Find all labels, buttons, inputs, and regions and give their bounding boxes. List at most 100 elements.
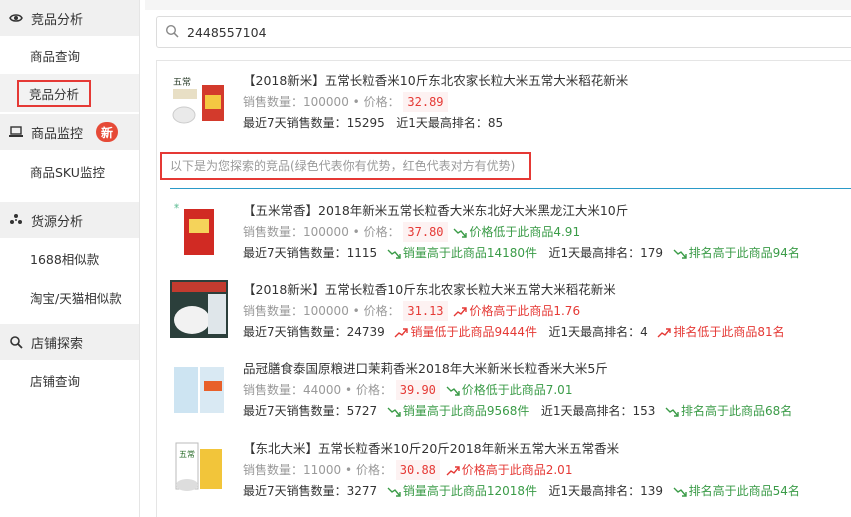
trend-arrow-icon — [387, 249, 401, 259]
price-value: 31.13 — [403, 301, 448, 321]
rank-compare-text: 排名高于此商品68名 — [681, 404, 793, 418]
price-compare: 价格高于此商品1.76 — [451, 304, 580, 318]
product-info: 【东北大米】五常长粒香米10斤20斤2018年新米五常大米五常香米 销售数量：1… — [243, 439, 843, 501]
sidebar-item-competitor-analysis[interactable]: 竞品分析 — [0, 74, 139, 112]
sidebar-item-label: 淘宝/天猫相似款 — [30, 290, 122, 306]
product-title[interactable]: 【五米常香】2018年新米五常长粒香大米东北好大米黑龙江大米10斤 — [243, 201, 843, 221]
rank-value: 4 — [640, 325, 648, 339]
price-label: 价格： — [363, 304, 400, 318]
sales-label: 销售数量： — [243, 383, 304, 397]
search-icon — [8, 334, 24, 350]
sales-value: 11000 — [303, 463, 342, 477]
svg-text:米: 米 — [174, 203, 179, 210]
product-thumbnail[interactable] — [170, 280, 228, 338]
sidebar-section-product-monitor[interactable]: 商品监控 新 — [0, 114, 139, 150]
product-meta: 销售数量：100000 • 价格： 37.80 价格低于此商品4.91 — [243, 222, 843, 242]
sidebar-item-label: 竞品分析 — [17, 79, 92, 107]
sales-label: 销售数量： — [243, 95, 304, 109]
price-compare: 价格低于此商品4.91 — [451, 225, 580, 239]
product-title[interactable]: 【2018新米】五常长粒香米10斤东北农家长粒大米五常大米稻花新米 — [243, 71, 843, 91]
product-thumbnail[interactable]: 米 — [170, 201, 228, 259]
product-thumbnail[interactable] — [170, 359, 228, 417]
sales-compare-text: 销量高于此商品9568件 — [402, 404, 530, 418]
trend-arrow-icon — [453, 228, 468, 238]
rank-compare: 排名高于此商品94名 — [671, 246, 800, 260]
product-title[interactable]: 【2018新米】五常长粒香10斤东北农家长粒大米五常大米稻花新米 — [243, 280, 843, 300]
sidebar-item-label: 商品查询 — [30, 48, 81, 64]
recent-sales-label: 最近7天销售数量： — [243, 246, 347, 260]
sales-compare-text: 销量高于此商品12018件 — [402, 484, 538, 498]
product-thumbnail[interactable]: 五常 — [170, 439, 228, 497]
rank-value: 153 — [632, 404, 656, 418]
sales-label: 销售数量： — [243, 225, 304, 239]
rank-value: 179 — [640, 246, 664, 260]
sales-compare: 销量高于此商品12018件 — [385, 484, 537, 498]
price-compare-text: 价格高于此商品2.01 — [461, 463, 573, 477]
product-stats: 最近7天销售数量：1115 销量高于此商品14180件 近1天最高排名：179 … — [243, 243, 843, 263]
trend-arrow-icon — [387, 407, 401, 417]
price-label: 价格： — [363, 95, 400, 109]
sidebar-item-taobao-similar[interactable]: 淘宝/天猫相似款 — [0, 278, 139, 316]
price-compare: 价格低于此商品7.01 — [444, 383, 573, 397]
sidebar-item-product-query[interactable]: 商品查询 — [0, 36, 139, 74]
sidebar-section-label: 竞品分析 — [31, 12, 84, 28]
trend-arrow-icon — [394, 327, 409, 337]
sales-compare-text: 销量低于此商品9444件 — [410, 325, 538, 339]
product-info: 【2018新米】五常长粒香10斤东北农家长粒大米五常大米稻花新米 销售数量：10… — [243, 280, 843, 342]
product-info: 【五米常香】2018年新米五常长粒香大米东北好大米黑龙江大米10斤 销售数量：1… — [243, 201, 843, 263]
price-compare: 价格高于此商品2.01 — [444, 463, 573, 477]
product-stats: 最近7天销售数量：24739 销量低于此商品9444件 近1天最高排名：4 排名… — [243, 322, 843, 342]
search-input[interactable] — [187, 24, 787, 40]
price-label: 价格： — [355, 383, 392, 397]
product-stats: 最近7天销售数量：5727 销量高于此商品9568件 近1天最高排名：153 排… — [243, 401, 843, 421]
sales-value: 100000 — [303, 225, 349, 239]
trend-arrow-icon — [446, 465, 460, 475]
rank-compare: 排名高于此商品54名 — [671, 484, 800, 498]
product-stats: 最近7天销售数量：3277 销量高于此商品12018件 近1天最高排名：139 … — [243, 481, 843, 501]
trend-arrow-icon — [657, 327, 672, 337]
search-box[interactable] — [156, 16, 851, 48]
rank-label: 近1天最高排名： — [396, 116, 488, 130]
rank-compare-text: 排名高于此商品94名 — [688, 246, 800, 260]
rank-compare-text: 排名低于此商品81名 — [673, 325, 785, 339]
rank-label: 近1天最高排名： — [548, 325, 641, 339]
rank-value: 139 — [640, 484, 664, 498]
sidebar-section-source-analysis[interactable]: 货源分析 — [0, 202, 139, 238]
product-title[interactable]: 【东北大米】五常长粒香米10斤20斤2018年新米五常大米五常香米 — [243, 439, 843, 459]
sidebar-item-sku-monitor[interactable]: 商品SKU监控 — [0, 150, 139, 192]
price-label: 价格： — [363, 225, 400, 239]
svg-text:五常: 五常 — [173, 76, 191, 88]
sales-value: 100000 — [303, 304, 349, 318]
sales-compare: 销量高于此商品14180件 — [385, 246, 537, 260]
price-compare-text: 价格高于此商品1.76 — [469, 304, 581, 318]
product-meta: 销售数量：11000 • 价格： 30.88 价格高于此商品2.01 — [243, 460, 843, 480]
recent-sales-value: 5727 — [346, 404, 378, 418]
product-meta: 销售数量：100000 • 价格： 32.89 — [243, 92, 843, 112]
sales-compare: 销量低于此商品9444件 — [392, 325, 537, 339]
sales-compare: 销量高于此商品9568件 — [385, 404, 530, 418]
sidebar-item-1688-similar[interactable]: 1688相似款 — [0, 238, 139, 278]
price-compare-text: 价格低于此商品4.91 — [469, 225, 581, 239]
competitor-notice: 以下是为您探索的竞品(绿色代表你有优势，红色代表对方有优势) — [160, 152, 531, 180]
price-value: 32.89 — [403, 92, 448, 112]
trend-arrow-icon — [665, 407, 679, 417]
rank-compare-text: 排名高于此商品54名 — [688, 484, 800, 498]
price-value: 39.90 — [395, 380, 440, 400]
sidebar-section-shop-explore[interactable]: 店铺探索 — [0, 324, 139, 360]
product-info: 品冠膳食泰国原粮进口茉莉香米2018年大米新米长粒香米大米5斤 销售数量：440… — [243, 359, 843, 421]
eye-icon — [8, 10, 24, 26]
divider — [170, 188, 851, 189]
recent-sales-value: 15295 — [346, 116, 385, 130]
product-title[interactable]: 品冠膳食泰国原粮进口茉莉香米2018年大米新米长粒香米大米5斤 — [243, 359, 843, 379]
rank-compare: 排名高于此商品68名 — [663, 404, 792, 418]
product-thumbnail[interactable]: 五常 — [170, 71, 228, 129]
product-meta: 销售数量：44000 • 价格： 39.90 价格低于此商品7.01 — [243, 380, 843, 400]
product-meta: 销售数量：100000 • 价格： 31.13 价格高于此商品1.76 — [243, 301, 843, 321]
svg-text:五常: 五常 — [179, 450, 195, 459]
product-stats: 最近7天销售数量：15295 近1天最高排名：85 — [243, 113, 843, 133]
sidebar-section-label: 货源分析 — [31, 214, 84, 230]
recent-sales-value: 1115 — [346, 246, 378, 260]
sidebar-section-competitor-analysis[interactable]: 竞品分析 — [0, 0, 139, 36]
price-compare-text: 价格低于此商品7.01 — [461, 383, 573, 397]
sidebar-item-shop-query[interactable]: 店铺查询 — [0, 360, 139, 400]
